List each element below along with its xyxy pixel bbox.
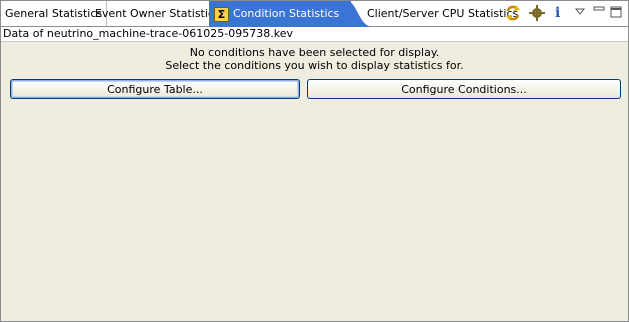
tab-bar: General Statistics Event Owner Statistic… [1,1,628,27]
tab-event-owner-statistics[interactable]: Event Owner Statistics [91,1,225,26]
view-menu-icon[interactable] [574,4,586,22]
refresh-icon[interactable] [504,4,522,22]
data-source-header: Data of neutrino_machine-trace-061025-09… [1,27,628,42]
statistics-view: General Statistics Event Owner Statistic… [0,0,629,322]
message-line-2: Select the conditions you wish to displa… [165,59,464,72]
tab-condition-statistics[interactable]: ΣCondition Statistics✕ [209,1,373,27]
tab-label: Condition Statistics [233,7,340,20]
tab-client-server-cpu-statistics[interactable]: Client/Server CPU Statistics [363,1,522,26]
tab-label: Event Owner Statistics [95,7,220,20]
info-icon[interactable]: i [555,4,565,22]
empty-state-message: No conditions have been selected for dis… [1,46,628,72]
minimize-icon[interactable] [593,4,605,22]
maximize-icon[interactable] [610,4,622,22]
configure-table-button[interactable]: Configure Table... [10,79,300,99]
configure-conditions-button[interactable]: Configure Conditions... [307,79,621,99]
tab-label: Client/Server CPU Statistics [367,7,519,20]
tab-label: General Statistics [5,7,103,20]
message-line-1: No conditions have been selected for dis… [189,46,440,59]
settings-gear-icon[interactable] [528,4,546,22]
sigma-icon: Σ [214,6,229,22]
